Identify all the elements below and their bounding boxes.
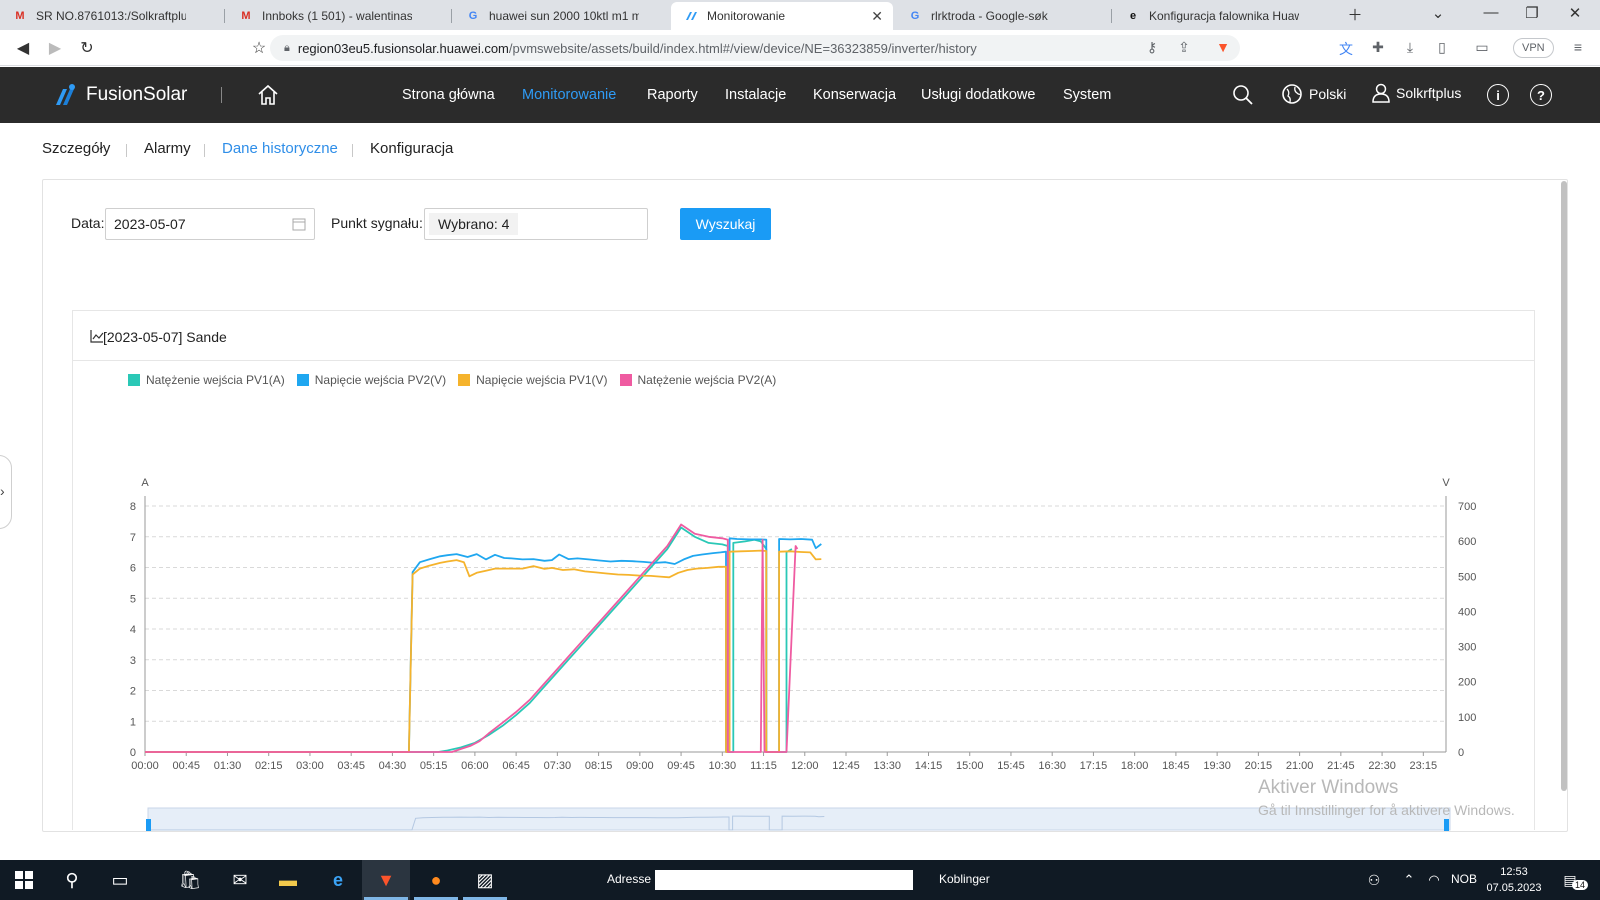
taskbar-links-label[interactable]: Koblinger — [939, 872, 990, 886]
chevron-right-icon: › — [0, 483, 5, 499]
x-tick-label: 18:00 — [1121, 760, 1149, 772]
x-tick-label: 22:30 — [1368, 760, 1396, 772]
x-tick-label: 13:30 — [873, 760, 901, 772]
x-tick-label: 20:15 — [1245, 760, 1273, 772]
y-right-tick-label: 600 — [1458, 536, 1476, 548]
history-line-chart: 0 1 2 3 4 5 6 7 8 0 100 200 300 400 500 600 700 A V 00:00 00… — [130, 477, 1476, 831]
y-right-tick-label: 500 — [1458, 571, 1476, 583]
x-tick-label: 02:15 — [255, 760, 283, 772]
series-line — [145, 537, 822, 753]
file-explorer-icon[interactable]: ▬ — [274, 866, 302, 894]
x-tick-label: 12:45 — [832, 760, 860, 772]
x-tick-label: 10:30 — [709, 760, 737, 772]
y-left-tick-label: 3 — [130, 655, 136, 667]
x-tick-label: 19:30 — [1203, 760, 1231, 772]
y-right-tick-label: 400 — [1458, 606, 1476, 618]
clock-date: 07.05.2023 — [1486, 882, 1542, 894]
series-line — [145, 526, 793, 753]
clock[interactable]: 12:53 07.05.2023 — [1484, 864, 1544, 896]
y-right-tick-label: 300 — [1458, 642, 1476, 654]
y-left-tick-label: 4 — [130, 624, 136, 636]
x-tick-label: 18:45 — [1162, 760, 1190, 772]
windows-activation-text: Gå til Innstillinger for å aktivere Wind… — [1258, 802, 1515, 818]
chevron-up-icon[interactable]: ⌃ — [1395, 866, 1423, 894]
input-language[interactable]: NOB — [1451, 872, 1477, 886]
x-tick-label: 08:15 — [585, 760, 613, 772]
x-tick-label: 21:00 — [1286, 760, 1314, 772]
y-left-tick-label: 7 — [130, 532, 136, 544]
taskbar-address-input[interactable] — [655, 870, 913, 890]
x-tick-label: 03:45 — [337, 760, 365, 772]
notification-count: 14 — [1572, 880, 1589, 890]
x-tick-label: 23:15 — [1410, 760, 1438, 772]
x-tick-label: 05:15 — [420, 760, 448, 772]
zoom-handle-left — [146, 819, 151, 831]
windows-activation-title: Aktiver Windows — [1258, 777, 1399, 798]
y-right-tick-label: 700 — [1458, 501, 1476, 513]
y-left-tick-label: 5 — [130, 593, 136, 605]
mail-icon[interactable]: ✉ — [226, 866, 254, 894]
side-panel-toggle[interactable]: › — [0, 455, 12, 529]
x-tick-label: 11:15 — [750, 760, 777, 772]
x-tick-label: 01:30 — [214, 760, 242, 772]
x-tick-label: 16:30 — [1038, 760, 1066, 772]
y-right-tick-label: 200 — [1458, 677, 1476, 689]
windows-start-icon[interactable] — [10, 866, 38, 894]
x-tick-label: 15:00 — [956, 760, 984, 772]
x-tick-label: 00:45 — [172, 760, 200, 772]
zoom-slider-track — [147, 807, 1451, 831]
taskbar-address-label: Adresse — [607, 872, 652, 886]
zoom-handle-right — [1444, 819, 1449, 831]
x-tick-label: 14:15 — [915, 760, 943, 772]
clock-time: 12:53 — [1500, 866, 1528, 878]
series-line — [145, 549, 822, 753]
y-left-unit-label: A — [141, 477, 149, 489]
task-view-icon[interactable]: ▭ — [106, 866, 134, 894]
x-tick-label: 06:45 — [502, 760, 530, 772]
y-right-unit-label: V — [1442, 477, 1450, 489]
x-tick-label: 17:15 — [1080, 760, 1108, 772]
y-right-tick-label: 0 — [1458, 747, 1464, 759]
store-icon[interactable]: 🛍︎ — [176, 866, 204, 894]
y-left-tick-label: 8 — [130, 501, 136, 513]
people-icon[interactable]: ⚇ — [1360, 866, 1388, 894]
x-tick-label: 09:00 — [626, 760, 654, 772]
windows-taskbar: ⚲ ▭ 🛍︎ ✉ ▬ e ▼ ● ▨ Adresse Koblinger ⚇ ⌃… — [0, 860, 1600, 900]
x-tick-label: 09:45 — [667, 760, 695, 772]
x-tick-label: 00:00 — [131, 760, 159, 772]
brave-icon[interactable]: ▼ — [372, 866, 400, 894]
x-tick-label: 21:45 — [1327, 760, 1355, 772]
edge-icon[interactable]: e — [324, 866, 352, 894]
y-right-tick-label: 100 — [1458, 712, 1476, 724]
y-left-tick-label: 0 — [130, 747, 136, 759]
x-tick-label: 04:30 — [379, 760, 407, 772]
x-tick-label: 07:30 — [544, 760, 572, 772]
x-tick-label: 03:00 — [296, 760, 324, 772]
photos-icon[interactable]: ▨ — [471, 866, 499, 894]
x-tick-label: 06:00 — [461, 760, 489, 772]
x-tick-label: 15:45 — [997, 760, 1025, 772]
y-left-tick-label: 2 — [130, 686, 136, 698]
firefox-icon[interactable]: ● — [422, 866, 450, 894]
y-left-tick-label: 6 — [130, 563, 136, 575]
wifi-icon[interactable]: ◠ — [1420, 866, 1448, 894]
search-icon[interactable]: ⚲ — [58, 866, 86, 894]
series-line — [145, 523, 799, 753]
x-tick-label: 12:00 — [791, 760, 819, 772]
y-left-tick-label: 1 — [130, 716, 136, 728]
